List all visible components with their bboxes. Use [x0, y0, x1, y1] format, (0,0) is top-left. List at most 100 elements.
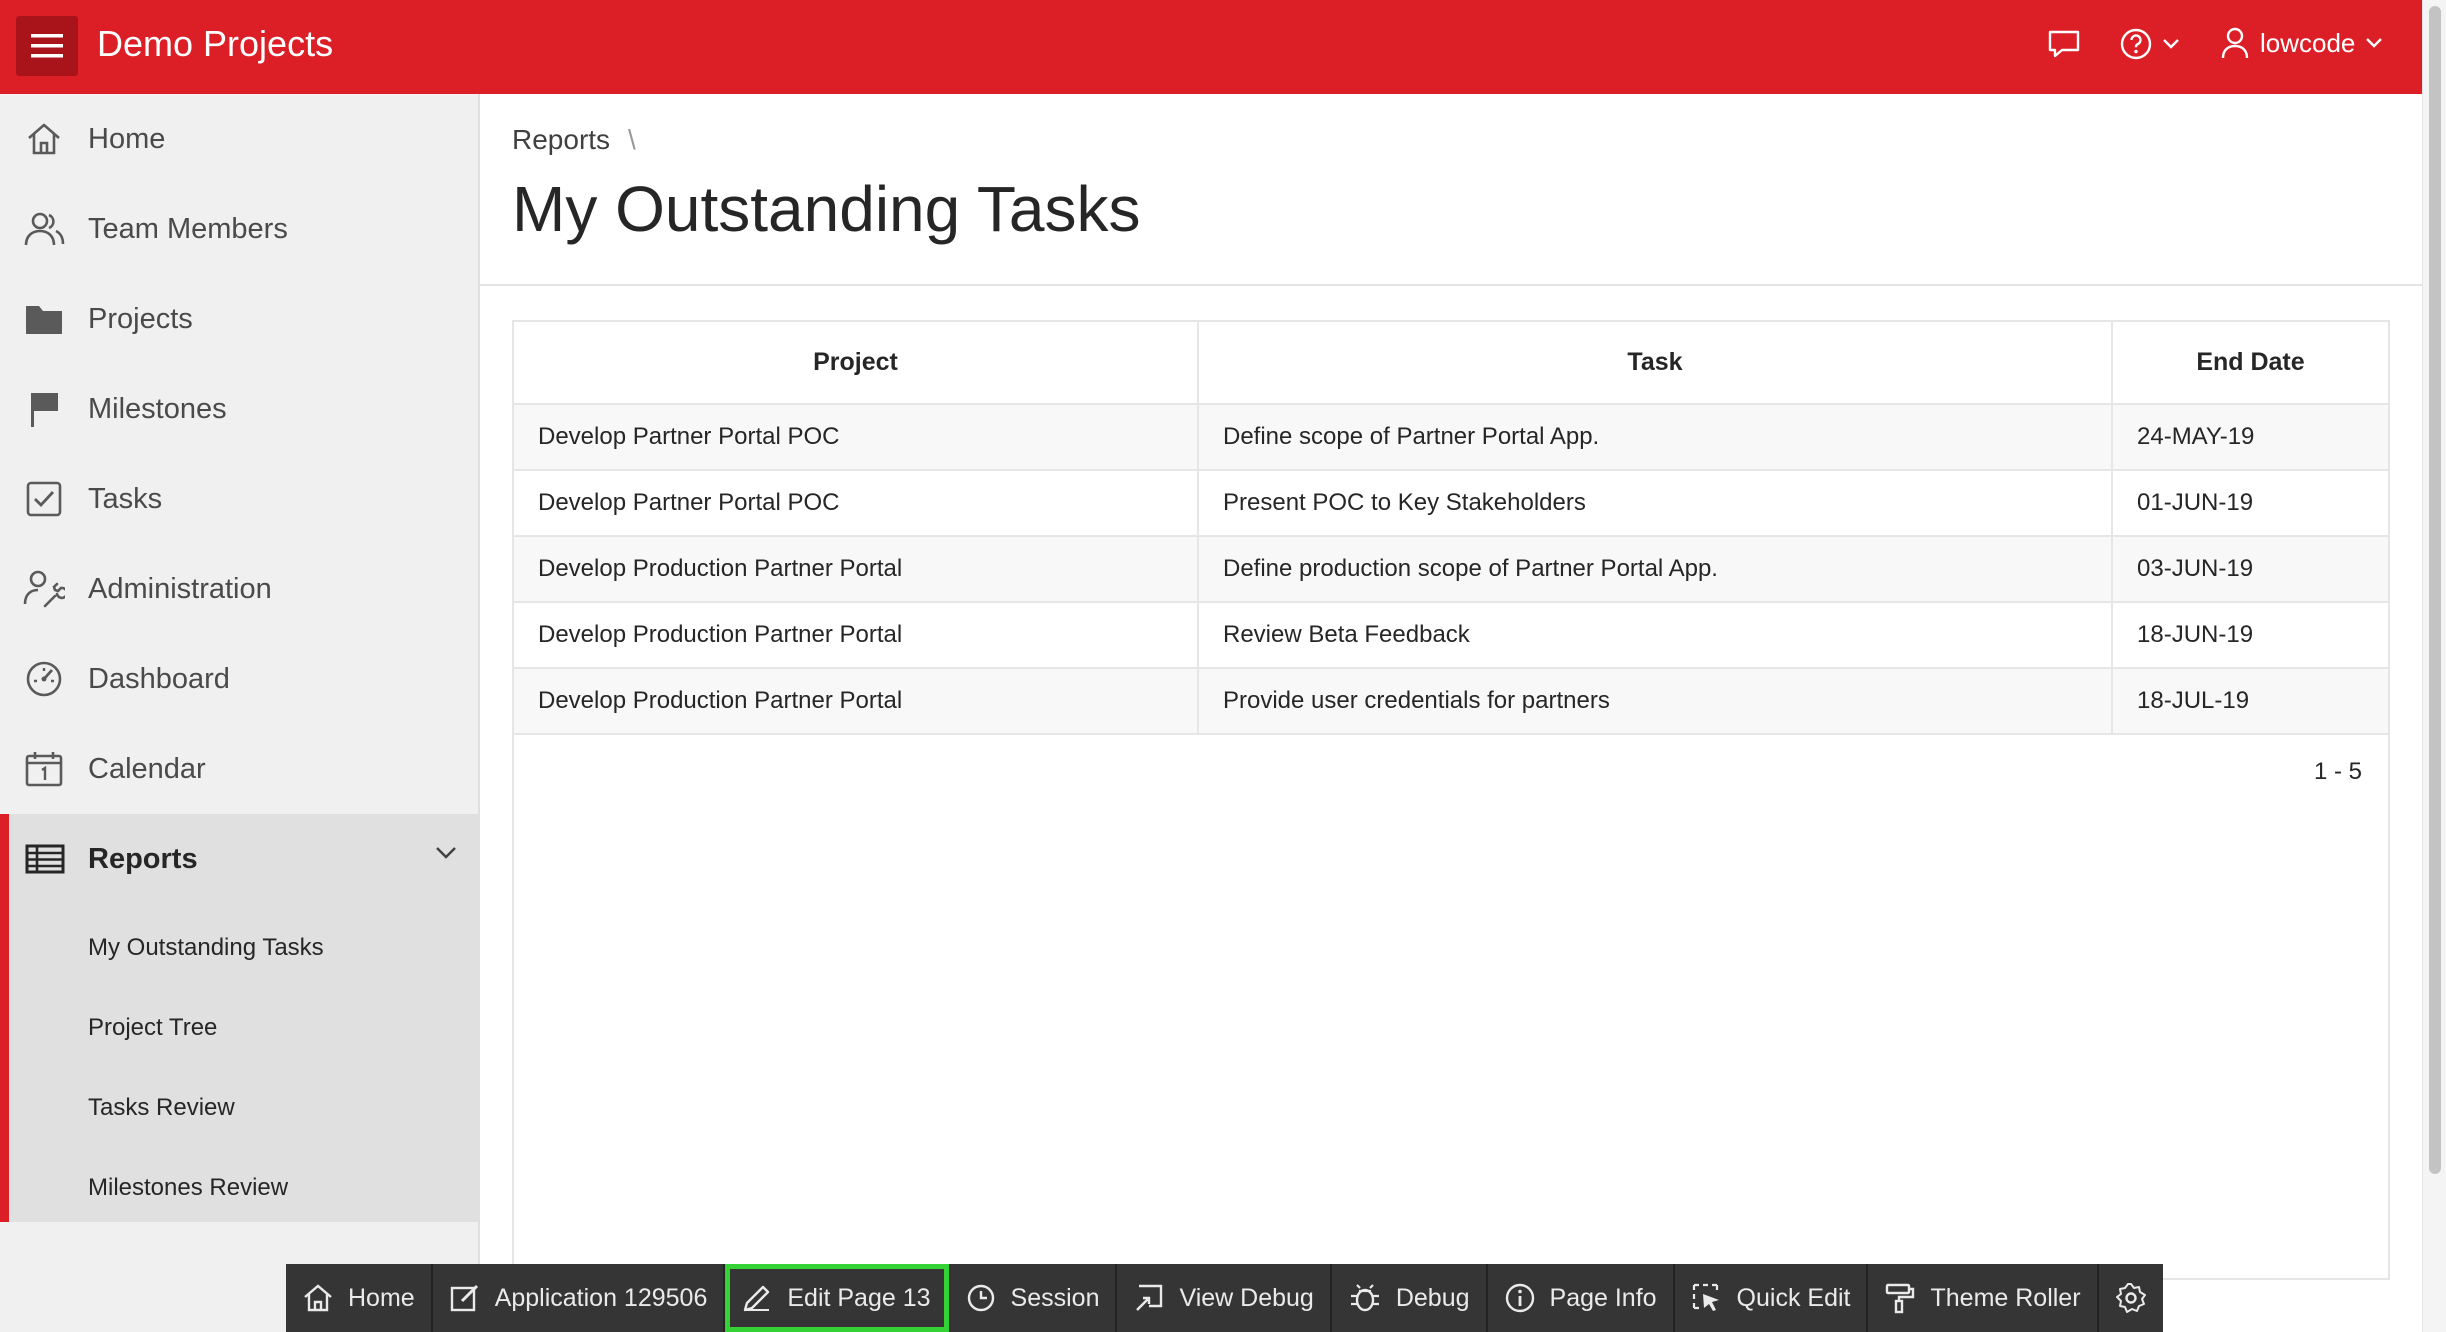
sidebar-item-dashboard[interactable]: Dashboard	[0, 634, 478, 724]
cell-project: Develop Production Partner Portal	[514, 536, 1199, 603]
dev-home-button[interactable]: Home	[286, 1264, 433, 1332]
pencil-icon	[744, 1285, 770, 1312]
dev-button-label: Quick Edit	[1736, 1283, 1851, 1312]
page-scrollbar[interactable]	[2422, 0, 2446, 1332]
info-icon	[1505, 1283, 1534, 1313]
menu-toggle-button[interactable]	[16, 16, 78, 76]
help-menu-button[interactable]	[2118, 26, 2180, 62]
sidebar-item-label: Tasks	[88, 482, 163, 515]
cell-end-date: 24-MAY-19	[2112, 404, 2388, 471]
table-row: Develop Production Partner Portal Define…	[514, 536, 2388, 603]
scrollbar-thumb[interactable]	[2429, 6, 2441, 1174]
sidebar-item-calendar[interactable]: Calendar	[0, 724, 478, 814]
folder-icon	[22, 297, 66, 341]
dev-button-label: Theme Roller	[1930, 1283, 2081, 1312]
sidebar-subitem-my-outstanding-tasks[interactable]: My Outstanding Tasks	[88, 934, 324, 962]
pagination-range: 1 - 5	[2313, 758, 2362, 785]
chat-bubble-icon	[2048, 30, 2080, 58]
table-header-row: Project Task End Date	[514, 322, 2388, 405]
dev-view-debug-button[interactable]: View Debug	[1117, 1264, 1332, 1332]
dev-debug-button[interactable]: Debug	[1332, 1264, 1488, 1332]
table-icon	[23, 837, 67, 881]
sidebar-item-projects[interactable]: Projects	[0, 274, 478, 364]
view-debug-icon	[1136, 1284, 1163, 1311]
dev-quick-edit-button[interactable]: Quick Edit	[1675, 1264, 1869, 1332]
dev-theme-roller-button[interactable]: Theme Roller	[1868, 1264, 2099, 1332]
page-title: My Outstanding Tasks	[512, 173, 1141, 245]
app-title[interactable]: Demo Projects	[97, 23, 333, 65]
table-row: Develop Production Partner Portal Provid…	[514, 668, 2388, 735]
sidebar-item-reports[interactable]: Reports	[0, 814, 478, 904]
user-menu-button[interactable]: lowcode	[2220, 26, 2383, 60]
dev-page-info-button[interactable]: Page Info	[1488, 1264, 1675, 1332]
help-icon	[2120, 28, 2152, 60]
sidebar-item-label: Dashboard	[88, 662, 230, 695]
sidebar-item-label: Reports	[88, 842, 198, 875]
flag-icon	[22, 387, 66, 431]
dev-button-label: Session	[1010, 1283, 1100, 1312]
cell-end-date: 18-JUN-19	[2112, 602, 2388, 669]
cell-project: Develop Production Partner Portal	[514, 602, 1199, 669]
home-icon	[304, 1284, 332, 1312]
edit-square-icon	[450, 1284, 478, 1312]
sidebar-subitem-tasks-review[interactable]: Tasks Review	[88, 1094, 235, 1122]
chevron-down-icon	[2366, 38, 2383, 48]
sidebar-item-label: Home	[88, 122, 166, 155]
column-header-project[interactable]: Project	[514, 322, 1199, 405]
sidebar-item-tasks[interactable]: Tasks	[0, 454, 478, 544]
checkbox-icon	[22, 477, 66, 521]
dev-button-label: View Debug	[1179, 1283, 1314, 1312]
cell-task: Present POC to Key Stakeholders	[1198, 470, 2113, 537]
dev-button-label: Page Info	[1549, 1283, 1657, 1312]
column-header-task[interactable]: Task	[1198, 322, 2113, 405]
sidebar-subitem-milestones-review[interactable]: Milestones Review	[88, 1174, 288, 1202]
app-header: Demo Projects lowcode	[0, 0, 2422, 94]
cell-end-date: 01-JUN-19	[2112, 470, 2388, 537]
home-icon	[22, 117, 66, 161]
column-header-end-date[interactable]: End Date	[2112, 322, 2388, 405]
cell-task: Define scope of Partner Portal App.	[1198, 404, 2113, 471]
sidebar-item-home[interactable]: Home	[0, 94, 478, 184]
title-region: Reports \ My Outstanding Tasks	[480, 94, 2422, 286]
sidebar-item-milestones[interactable]: Milestones	[0, 364, 478, 454]
dev-button-label: Edit Page 13	[787, 1283, 931, 1312]
user-icon	[2221, 27, 2249, 59]
dev-edit-page-button[interactable]: Edit Page 13	[725, 1264, 949, 1332]
cell-task: Define production scope of Partner Porta…	[1198, 536, 2113, 603]
dev-application-button[interactable]: Application 129506	[433, 1264, 726, 1332]
cursor-select-icon	[1692, 1283, 1719, 1311]
report-table: Project Task End Date Develop Partner Po…	[514, 322, 2388, 735]
dev-button-label: Home	[348, 1283, 415, 1312]
cell-end-date: 18-JUL-19	[2112, 668, 2388, 735]
gauge-icon	[22, 657, 66, 701]
cell-end-date: 03-JUN-19	[2112, 536, 2388, 603]
sidebar-item-label: Milestones	[88, 392, 227, 425]
sidebar-item-label: Team Members	[88, 212, 288, 245]
paint-roller-icon	[1886, 1283, 1915, 1314]
sidebar-item-team-members[interactable]: Team Members	[0, 184, 478, 274]
dev-button-label: Debug	[1395, 1283, 1470, 1312]
gear-icon	[2115, 1283, 2146, 1313]
breadcrumb: Reports \	[512, 124, 636, 156]
dev-session-button[interactable]: Session	[949, 1264, 1118, 1332]
cell-project: Develop Partner Portal POC	[514, 404, 1199, 471]
user-wrench-icon	[22, 567, 66, 611]
bug-icon	[1350, 1284, 1379, 1312]
cell-project: Develop Partner Portal POC	[514, 470, 1199, 537]
feedback-button[interactable]	[2046, 26, 2082, 62]
dev-settings-button[interactable]	[2099, 1264, 2163, 1332]
sidebar-subitem-project-tree[interactable]: Project Tree	[88, 1014, 217, 1042]
reports-submenu: My Outstanding Tasks Project Tree Tasks …	[0, 902, 478, 1222]
user-name: lowcode	[2260, 27, 2356, 58]
clock-icon	[967, 1284, 994, 1312]
hamburger-icon	[31, 34, 63, 58]
chevron-down-icon[interactable]	[435, 846, 457, 860]
breadcrumb-separator: \	[628, 124, 636, 155]
sidebar-nav: Home Team Members Projects Milestones Ta…	[0, 94, 480, 1332]
classic-report: Project Task End Date Develop Partner Po…	[512, 320, 2390, 1280]
sidebar-item-label: Projects	[88, 302, 193, 335]
breadcrumb-link-reports[interactable]: Reports	[512, 124, 610, 156]
table-row: Develop Partner Portal POC Present POC t…	[514, 470, 2388, 537]
sidebar-item-administration[interactable]: Administration	[0, 544, 478, 634]
sidebar-item-label: Calendar	[88, 752, 206, 785]
